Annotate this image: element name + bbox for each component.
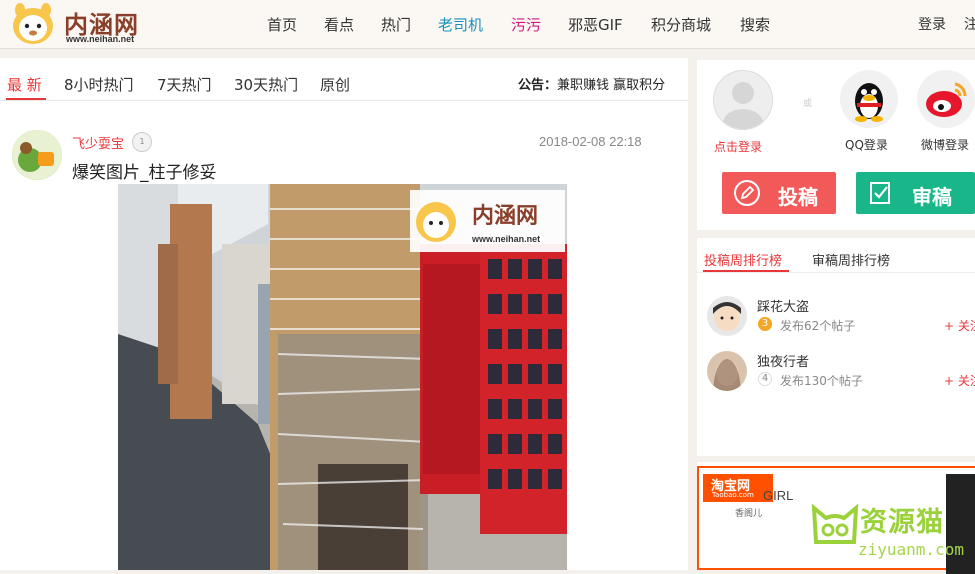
post-card: 飞少耍宝 1 2018-02-08 22:18 爆笑图片_柱子修妥 内涵网 ww… [0, 100, 688, 570]
default-avatar[interactable] [713, 70, 773, 130]
tab-30d-hot[interactable]: 30天热门 [234, 74, 298, 95]
ad-subtitle: 香阁儿 [735, 509, 763, 519]
login-link[interactable]: 登录 [918, 14, 946, 34]
announcement-label: 公告： [518, 78, 558, 93]
click-login-link[interactable]: 点击登录 [714, 138, 762, 155]
nav-dirty[interactable]: 污污 [511, 14, 541, 35]
ad-title: GIRL [763, 488, 794, 503]
cartoon-face-icon [707, 296, 747, 336]
rank-post-count: 发布130个帖子 [780, 374, 863, 388]
ranking-row: 独夜行者 4 发布130个帖子 + 关注 [697, 351, 975, 401]
review-post-button[interactable]: 审稿 [856, 172, 975, 214]
rank-post-count: 发布62个帖子 [780, 319, 856, 333]
rank-user-name[interactable]: 独夜行者 [757, 351, 809, 370]
site-watermark: 资源猫 ziyuanm.com [808, 496, 975, 570]
feed-tabs: 最 新 8小时热门 7天热门 30天热门 原创 公告：兼职赚钱 赢取积分 [0, 58, 688, 101]
ranking-row: 踩花大盗 3 发布62个帖子 + 关注 [697, 296, 975, 346]
review-post-label: 审稿 [912, 185, 952, 209]
watermark-url: ziyuanm.com [858, 540, 964, 559]
tab-post-ranking[interactable]: 投稿周排行榜 [704, 250, 782, 269]
qq-penguin-icon [855, 83, 883, 122]
qq-login-button[interactable] [840, 70, 898, 128]
tab-latest[interactable]: 最 新 [7, 74, 42, 95]
weekly-ranking-panel: 投稿周排行榜 审稿周排行榜 踩花大盗 3 发布62个帖子 + 关注 独夜行 [697, 238, 975, 456]
tab-original[interactable]: 原创 [320, 74, 350, 95]
login-panel: 点击登录 或 QQ登录 微博登录 [697, 60, 975, 160]
user-level-badge: 1 [132, 132, 152, 152]
tab-8h-hot[interactable]: 8小时热门 [64, 74, 134, 95]
alpaca-logo-icon [13, 3, 53, 44]
author-name[interactable]: 飞少耍宝 [72, 133, 124, 152]
author-avatar[interactable] [12, 130, 62, 180]
author-avatar-image [12, 130, 62, 180]
photo-avatar-icon [707, 351, 747, 391]
announcement-text: 兼职赚钱 赢取积分 [557, 78, 666, 93]
submit-post-label: 投稿 [778, 185, 818, 209]
user-silhouette-icon [723, 82, 763, 129]
tab-review-ranking[interactable]: 审稿周排行榜 [812, 250, 890, 269]
site-logo[interactable]: 内涵网 www.neihan.net [10, 2, 160, 46]
rank-number-badge: 4 [758, 372, 772, 386]
post-actions-panel: 投稿 审稿 [697, 160, 975, 230]
announcement[interactable]: 公告：兼职赚钱 赢取积分 [518, 74, 665, 93]
nav-veteran[interactable]: 老司机 [438, 14, 483, 35]
watermark-text: 资源猫 [860, 507, 944, 538]
submit-post-button[interactable]: 投稿 [722, 172, 836, 214]
post-date: 2018-02-08 22:18 [539, 134, 642, 149]
nav-hot[interactable]: 热门 [381, 14, 411, 35]
rank-avatar[interactable] [707, 296, 747, 336]
pencil-icon [734, 180, 760, 206]
register-link[interactable]: 注 [964, 14, 975, 34]
nav-search[interactable]: 搜索 [740, 14, 770, 35]
rank-number-badge: 3 [758, 317, 772, 331]
post-image[interactable]: 内涵网 www.neihan.net [118, 184, 567, 570]
rank-user-name[interactable]: 踩花大盗 [757, 296, 809, 315]
nav-gif[interactable]: 邪恶GIF [568, 14, 623, 35]
post-title[interactable]: 爆笑图片_柱子修妥 [72, 158, 217, 183]
follow-button[interactable]: + 关注 [944, 372, 975, 389]
weibo-login-label[interactable]: 微博登录 [921, 136, 969, 153]
ranking-tab-indicator [703, 270, 789, 272]
image-watermark-text: 内涵网 [472, 203, 538, 229]
checklist-icon [870, 182, 890, 204]
or-separator: 或 [803, 99, 813, 109]
follow-button[interactable]: + 关注 [944, 317, 975, 334]
tab-7d-hot[interactable]: 7天热门 [157, 74, 212, 95]
nav-points-mall[interactable]: 积分商城 [651, 14, 711, 35]
taobao-brand-url: Taobao.com [712, 491, 754, 499]
main-feed: 最 新 8小时热门 7天热门 30天热门 原创 公告：兼职赚钱 赢取积分 飞少耍… [0, 58, 688, 570]
cat-logo-icon [811, 503, 859, 544]
ranking-tabs: 投稿周排行榜 审稿周排行榜 [697, 238, 975, 273]
qq-login-label[interactable]: QQ登录 [845, 136, 888, 153]
weibo-login-button[interactable] [917, 70, 975, 128]
top-header: 内涵网 www.neihan.net 首页 看点 热门 老司机 污污 邪恶GIF… [0, 0, 975, 49]
rank-avatar[interactable] [707, 351, 747, 391]
nav-highlights[interactable]: 看点 [324, 14, 354, 35]
nav-home[interactable]: 首页 [267, 14, 297, 35]
image-watermark-url: www.neihan.net [471, 234, 540, 244]
weibo-icon [926, 82, 967, 117]
logo-url: www.neihan.net [66, 34, 135, 44]
